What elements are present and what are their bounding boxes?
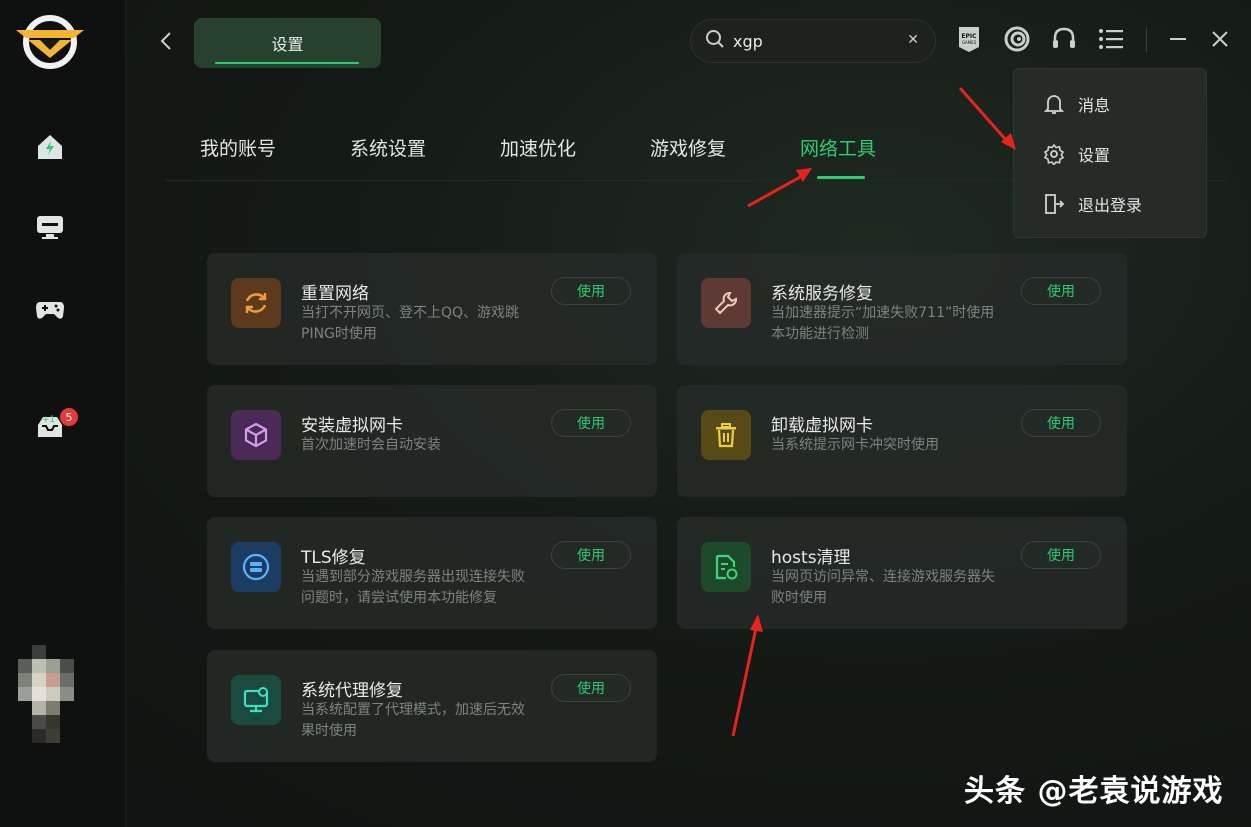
app-window: +1 5 设置 xgp ✕ EPIC GAMES 我的账号 系统设置 加速优化 …	[0, 0, 1251, 827]
tool-description: 当加速器提示“加速失败711”时使用本功能进行检测	[771, 305, 995, 342]
close-button[interactable]	[1205, 26, 1235, 56]
sidebar-item-home[interactable]	[32, 131, 68, 167]
tab-network-tools[interactable]: 网络工具	[800, 134, 876, 161]
server-refresh-icon	[231, 542, 281, 592]
bell-icon	[1042, 92, 1066, 116]
search-icon	[705, 29, 725, 53]
svg-text:GAMES: GAMES	[962, 40, 977, 45]
home-icon	[35, 132, 65, 166]
tool-card-reset-network: 重置网络 当打不开网页、登不上QQ、游戏跳PING时使用 使用	[207, 253, 657, 365]
tool-card-uninstall-virtual-nic: 卸载虚拟网卡 当系统提示网卡冲突时使用 使用	[677, 385, 1127, 497]
minimize-icon	[1168, 29, 1188, 53]
sidebar: +1 5	[0, 0, 126, 827]
refresh-icon	[231, 278, 281, 328]
watermark: 头条 @老袁说游戏	[964, 774, 1224, 809]
avatar[interactable]	[14, 645, 84, 745]
gear-icon	[1042, 142, 1066, 166]
clear-search-icon[interactable]: ✕	[907, 32, 919, 48]
tab-game-repair[interactable]: 游戏修复	[650, 134, 726, 161]
tab-my-account[interactable]: 我的账号	[200, 134, 276, 161]
tool-card-system-service-repair: 系统服务修复 当加速器提示“加速失败711”时使用本功能进行检测 使用	[677, 253, 1127, 365]
search-input[interactable]	[733, 31, 893, 51]
epic-games-button[interactable]: EPIC GAMES	[954, 26, 984, 56]
menu-list-icon	[1097, 27, 1125, 55]
menu-item-settings[interactable]: 设置	[1014, 134, 1206, 174]
dropdown-menu: 消息 设置 退出登录	[1013, 68, 1207, 238]
tool-title: 系统代理修复	[301, 681, 403, 701]
minimize-button[interactable]	[1163, 26, 1193, 56]
menu-button[interactable]	[1096, 26, 1126, 56]
page-title: 设置	[271, 35, 304, 54]
tool-description: 当遇到部分游戏服务器出现连接失败问题时，请尝试使用本功能修复	[301, 569, 525, 606]
menu-item-label: 消息	[1078, 96, 1111, 115]
tool-description: 当系统配置了代理模式，加速后无效果时使用	[301, 702, 525, 739]
tool-description: 当打不开网页、登不上QQ、游戏跳PING时使用	[301, 305, 520, 342]
monitor-icon	[35, 212, 65, 246]
sidebar-item-monitor[interactable]	[32, 211, 68, 247]
use-button[interactable]: 使用	[1021, 541, 1101, 569]
close-icon	[1210, 29, 1230, 53]
use-button[interactable]: 使用	[551, 541, 631, 569]
use-button[interactable]: 使用	[551, 674, 631, 702]
reward-plus-label: +1	[42, 415, 56, 425]
file-refresh-icon	[701, 542, 751, 592]
tab-acceleration[interactable]: 加速优化	[500, 134, 576, 161]
menu-item-messages[interactable]: 消息	[1014, 84, 1206, 124]
toolbar-divider	[1146, 28, 1147, 52]
svg-text:EPIC: EPIC	[961, 33, 977, 40]
support-button[interactable]	[1049, 26, 1079, 56]
tool-title: TLS修复	[301, 548, 366, 568]
tool-description: 首次加速时会自动安装	[301, 437, 441, 453]
search-box[interactable]: ✕	[690, 19, 936, 63]
use-button[interactable]: 使用	[551, 409, 631, 437]
tab-system-settings[interactable]: 系统设置	[350, 134, 426, 161]
uplay-button[interactable]	[1002, 26, 1032, 56]
tool-title: hosts清理	[771, 548, 851, 568]
notification-badge: 5	[60, 408, 78, 426]
title-underline	[215, 62, 359, 64]
tool-card-tls-repair: TLS修复 当遇到部分游戏服务器出现连接失败问题时，请尝试使用本功能修复 使用	[207, 517, 657, 629]
app-logo[interactable]	[14, 12, 86, 72]
menu-item-label: 设置	[1078, 146, 1111, 165]
tool-card-install-virtual-nic: 安装虚拟网卡 首次加速时会自动安装 使用	[207, 385, 657, 497]
tool-description: 当系统提示网卡冲突时使用	[771, 437, 939, 453]
trash-icon	[701, 410, 751, 460]
use-button[interactable]: 使用	[1021, 409, 1101, 437]
active-tab-indicator	[817, 176, 865, 179]
use-button[interactable]: 使用	[551, 277, 631, 305]
gamepad-icon	[35, 294, 65, 328]
headset-icon	[1051, 26, 1077, 56]
logout-icon	[1042, 192, 1066, 216]
menu-item-label: 退出登录	[1078, 196, 1143, 215]
page-title-tab[interactable]: 设置	[194, 18, 381, 68]
monitor-fix-icon	[231, 675, 281, 725]
tool-title: 系统服务修复	[771, 284, 873, 304]
tool-card-proxy-repair: 系统代理修复 当系统配置了代理模式，加速后无效果时使用 使用	[207, 650, 657, 762]
tool-title: 安装虚拟网卡	[301, 416, 403, 436]
tool-card-hosts-cleanup: hosts清理 当网页访问异常、连接游戏服务器失败时使用 使用	[677, 517, 1127, 629]
tool-title: 卸载虚拟网卡	[771, 416, 873, 436]
menu-item-logout[interactable]: 退出登录	[1014, 184, 1206, 224]
uplay-icon	[1004, 26, 1030, 56]
chevron-left-icon	[159, 30, 173, 56]
wrench-icon	[701, 278, 751, 328]
tool-title: 重置网络	[301, 284, 369, 304]
use-button[interactable]: 使用	[1021, 277, 1101, 305]
epic-games-icon: EPIC GAMES	[957, 25, 981, 57]
sidebar-item-games[interactable]	[32, 293, 68, 329]
back-button[interactable]	[152, 28, 180, 58]
cube-icon	[231, 410, 281, 460]
tool-description: 当网页访问异常、连接游戏服务器失败时使用	[771, 569, 995, 606]
